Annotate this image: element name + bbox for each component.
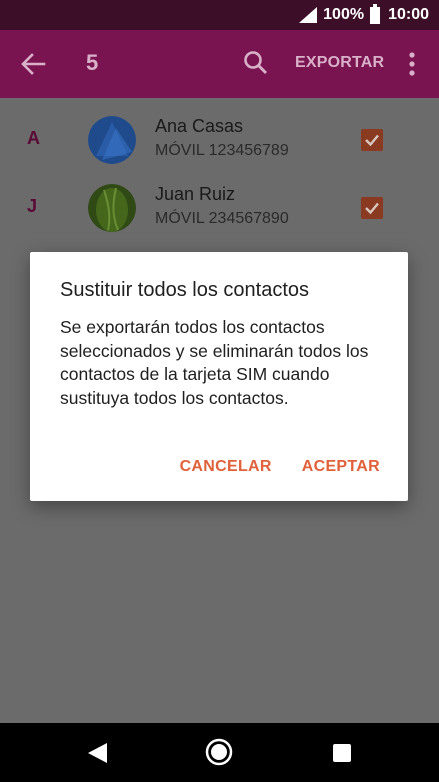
- checkbox-checked-icon[interactable]: [361, 129, 383, 151]
- avatar: [88, 184, 136, 232]
- contact-name: Ana Casas: [155, 116, 244, 136]
- avatar: [88, 116, 136, 164]
- replace-contacts-dialog: Sustituir todos los contactos Se exporta…: [30, 252, 408, 501]
- nav-recents-icon[interactable]: [333, 744, 351, 762]
- list-item[interactable]: J Juan Ruiz MÓVIL 234567890: [0, 174, 439, 242]
- contact-name: Juan Ruiz: [155, 184, 236, 204]
- status-indicators: 100% 10:00: [299, 0, 429, 30]
- app-bar: 5 EXPORTAR: [0, 30, 439, 98]
- dialog-title: Sustituir todos los contactos: [60, 279, 310, 301]
- checkbox-checked-icon[interactable]: [361, 197, 383, 219]
- list-item[interactable]: A Ana Casas MÓVIL 123456789: [0, 106, 439, 174]
- section-letter: J: [27, 196, 38, 216]
- back-arrow-icon[interactable]: [18, 50, 48, 78]
- signal-icon: [299, 7, 318, 23]
- nav-home-icon[interactable]: [205, 738, 233, 766]
- status-bar: 100% 10:00: [0, 0, 439, 30]
- section-letter: A: [27, 128, 40, 148]
- more-vert-icon[interactable]: [405, 50, 419, 78]
- battery-percent: 100%: [323, 6, 365, 23]
- contact-phone: MÓVIL 234567890: [155, 210, 289, 227]
- export-button[interactable]: EXPORTAR: [295, 54, 384, 72]
- contact-phone: MÓVIL 123456789: [155, 142, 289, 159]
- search-icon[interactable]: [243, 50, 269, 76]
- navigation-bar: [0, 723, 439, 782]
- clock: 10:00: [388, 6, 429, 23]
- nav-back-icon[interactable]: [85, 741, 109, 765]
- cancel-button[interactable]: CANCELAR: [180, 458, 272, 476]
- dialog-message: Se exportarán todos los contactos selecc…: [60, 317, 369, 408]
- dialog-actions: CANCELAR ACEPTAR: [180, 458, 380, 476]
- accept-button[interactable]: ACEPTAR: [302, 458, 380, 476]
- battery-icon: [370, 3, 381, 24]
- selected-count: 5: [86, 50, 99, 75]
